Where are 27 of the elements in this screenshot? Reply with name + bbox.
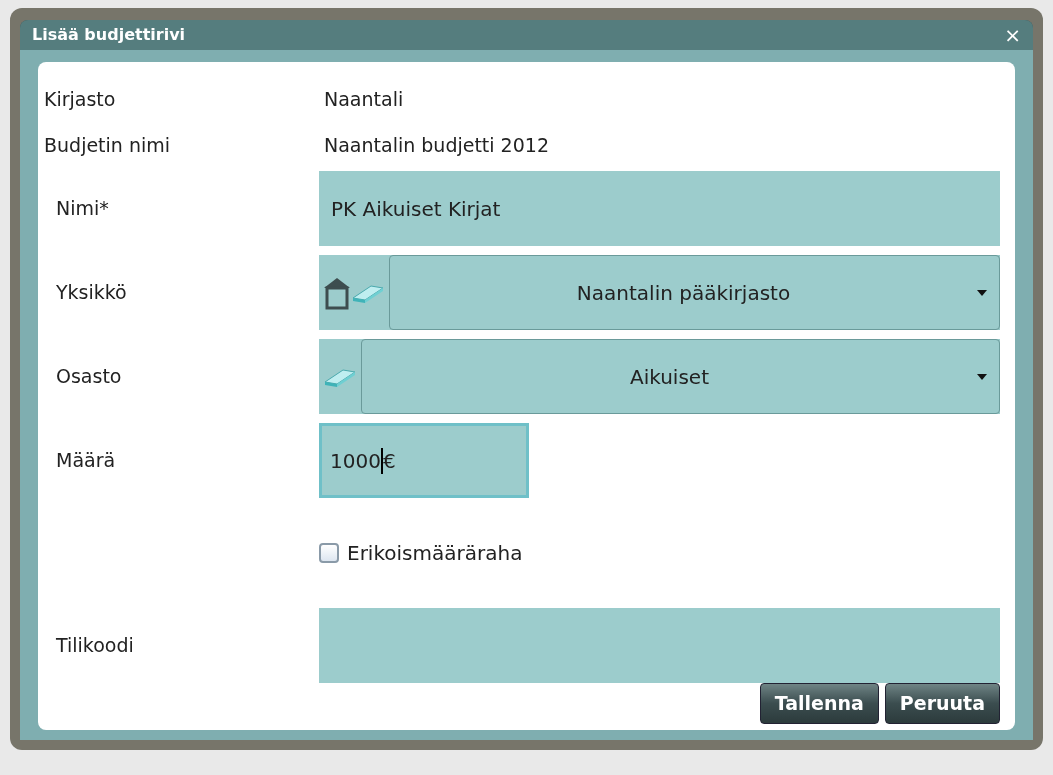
window-title: Lisää budjettirivi bbox=[32, 24, 186, 46]
caret-icon bbox=[977, 373, 987, 380]
info-label: Budjetin nimi bbox=[44, 132, 172, 158]
field-label: Määrä bbox=[55, 448, 117, 474]
dropdown-field[interactable]: Aikuiset bbox=[319, 339, 1000, 414]
dropdown-value: Aikuiset bbox=[629, 363, 710, 391]
text-field[interactable]: PK Aikuiset Kirjat bbox=[319, 171, 1000, 246]
info-value: Naantali bbox=[324, 86, 404, 112]
amount-value: 1000 bbox=[330, 447, 381, 475]
house-icon bbox=[323, 275, 351, 310]
dropdown-value: Naantalin pääkirjasto bbox=[575, 279, 792, 307]
checkbox-label: Erikoismääräraha bbox=[347, 540, 523, 567]
field-label: Nimi* bbox=[55, 196, 110, 222]
checkbox[interactable] bbox=[319, 543, 339, 563]
amount-field[interactable]: 1000€ bbox=[319, 423, 529, 498]
dialog-button[interactable]: Peruuta bbox=[884, 683, 1000, 724]
info-value: Naantalin budjetti 2012 bbox=[324, 132, 549, 158]
close-button[interactable]: × bbox=[1004, 25, 1021, 45]
text-field[interactable] bbox=[319, 608, 1000, 683]
caret-icon bbox=[977, 289, 987, 296]
dropdown-field[interactable]: Naantalin pääkirjasto bbox=[319, 255, 1000, 330]
dialog-button[interactable]: Tallenna bbox=[759, 683, 879, 724]
currency-label: € bbox=[382, 447, 396, 475]
field-label: Yksikkö bbox=[55, 280, 128, 306]
field-label: Tilikoodi bbox=[55, 633, 135, 659]
info-label: Kirjasto bbox=[44, 86, 117, 112]
field-label: Osasto bbox=[55, 364, 123, 390]
